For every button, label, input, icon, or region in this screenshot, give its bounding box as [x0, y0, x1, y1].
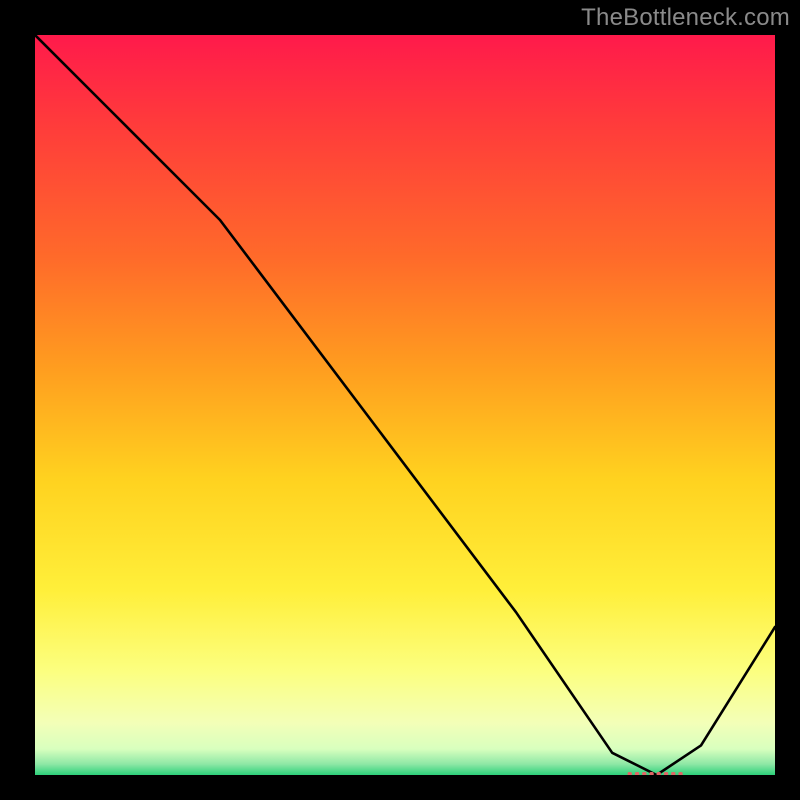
- chart-frame: TheBottleneck.com: [0, 0, 800, 800]
- watermark-text: TheBottleneck.com: [581, 4, 790, 32]
- plot-area: [35, 35, 775, 775]
- chart-svg: [35, 35, 775, 775]
